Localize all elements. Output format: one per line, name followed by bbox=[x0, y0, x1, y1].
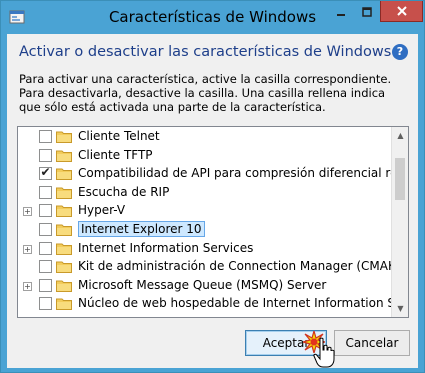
expand-icon[interactable]: + bbox=[23, 281, 32, 291]
close-icon bbox=[396, 6, 407, 16]
title-bar[interactable]: Características de Windows bbox=[1, 1, 424, 34]
feature-label: Microsoft Message Queue (MSMQ) Server bbox=[78, 277, 327, 292]
folder-icon bbox=[56, 280, 72, 292]
feature-row[interactable]: ✔ Compatibilidad de API para compresión d… bbox=[18, 165, 408, 183]
folder-icon bbox=[56, 298, 72, 311]
feature-label: Núcleo de web hospedable de Internet Inf… bbox=[78, 296, 409, 311]
feature-checkbox[interactable] bbox=[39, 148, 52, 162]
feature-checkbox[interactable] bbox=[39, 297, 52, 311]
help-icon[interactable]: ? bbox=[392, 44, 408, 60]
folder-icon bbox=[56, 261, 72, 274]
cancel-button[interactable]: Cancelar bbox=[334, 330, 410, 356]
dialog-description: Para activar una característica, active … bbox=[19, 72, 392, 114]
folder-icon bbox=[56, 168, 72, 181]
feature-label: Cliente Telnet bbox=[78, 129, 160, 143]
feature-row[interactable]: Cliente TFTP bbox=[18, 147, 390, 165]
folder-icon bbox=[56, 224, 72, 236]
feature-checkbox[interactable] bbox=[39, 260, 52, 274]
feature-label: Internet Explorer 10 bbox=[78, 221, 205, 237]
feature-checkbox[interactable] bbox=[39, 185, 52, 199]
folder-icon bbox=[56, 131, 72, 143]
checkmark-icon: ✔ bbox=[40, 165, 51, 180]
feature-row[interactable]: Internet Explorer 10 bbox=[18, 221, 390, 239]
feature-checkbox[interactable] bbox=[39, 278, 52, 292]
feature-row[interactable]: + Hyper-V bbox=[18, 202, 390, 220]
feature-label: Escucha de RIP bbox=[78, 184, 170, 199]
feature-row[interactable]: + Internet Information Services bbox=[18, 240, 390, 258]
maximize-icon bbox=[362, 6, 372, 17]
feature-row[interactable]: Cliente Telnet bbox=[18, 128, 390, 146]
features-tree[interactable]: Cliente Telnet Cliente TFTP ✔ Compatibilida… bbox=[17, 126, 409, 318]
feature-label: Internet Information Services bbox=[78, 240, 254, 255]
hand-cursor-icon bbox=[313, 337, 335, 368]
maximize-button[interactable] bbox=[354, 1, 380, 22]
feature-row[interactable]: Kit de administración de Connection Mana… bbox=[18, 258, 408, 276]
dialog-heading: Activar o desactivar las características… bbox=[19, 44, 392, 60]
feature-row[interactable]: Escucha de RIP bbox=[18, 184, 390, 202]
scroll-down-icon[interactable]: ▼ bbox=[392, 300, 408, 317]
scroll-up-icon[interactable]: ▲ bbox=[392, 127, 408, 144]
feature-checkbox[interactable] bbox=[39, 204, 52, 218]
scroll-thumb[interactable] bbox=[395, 158, 405, 200]
feature-label: Kit de administración de Connection Mana… bbox=[78, 259, 409, 274]
vertical-scrollbar[interactable]: ▲ ▼ bbox=[391, 127, 408, 317]
feature-label: Hyper-V bbox=[78, 203, 126, 218]
dialog-body: Activar o desactivar las características… bbox=[7, 34, 418, 368]
folder-icon bbox=[56, 205, 72, 218]
feature-label: Cliente TFTP bbox=[78, 147, 153, 162]
expand-icon[interactable]: + bbox=[23, 207, 32, 217]
feature-row[interactable]: + Microsoft Message Queue (MSMQ) Server bbox=[18, 277, 390, 295]
minimize-icon bbox=[336, 13, 345, 16]
folder-icon bbox=[56, 243, 72, 255]
feature-row[interactable]: Núcleo de web hospedable de Internet Inf… bbox=[18, 295, 408, 313]
feature-checkbox[interactable] bbox=[39, 241, 52, 255]
feature-checkbox[interactable] bbox=[39, 130, 52, 143]
close-button[interactable] bbox=[380, 1, 423, 22]
feature-checkbox[interactable] bbox=[39, 223, 52, 236]
feature-label: Compatibilidad de API para compresión di… bbox=[78, 166, 409, 181]
features-window: Características de Windows Activar o des… bbox=[0, 0, 425, 373]
expand-icon[interactable]: + bbox=[23, 244, 32, 254]
minimize-button[interactable] bbox=[327, 1, 354, 22]
feature-checkbox[interactable]: ✔ bbox=[39, 165, 52, 181]
folder-icon bbox=[56, 187, 72, 199]
folder-icon bbox=[56, 150, 72, 162]
